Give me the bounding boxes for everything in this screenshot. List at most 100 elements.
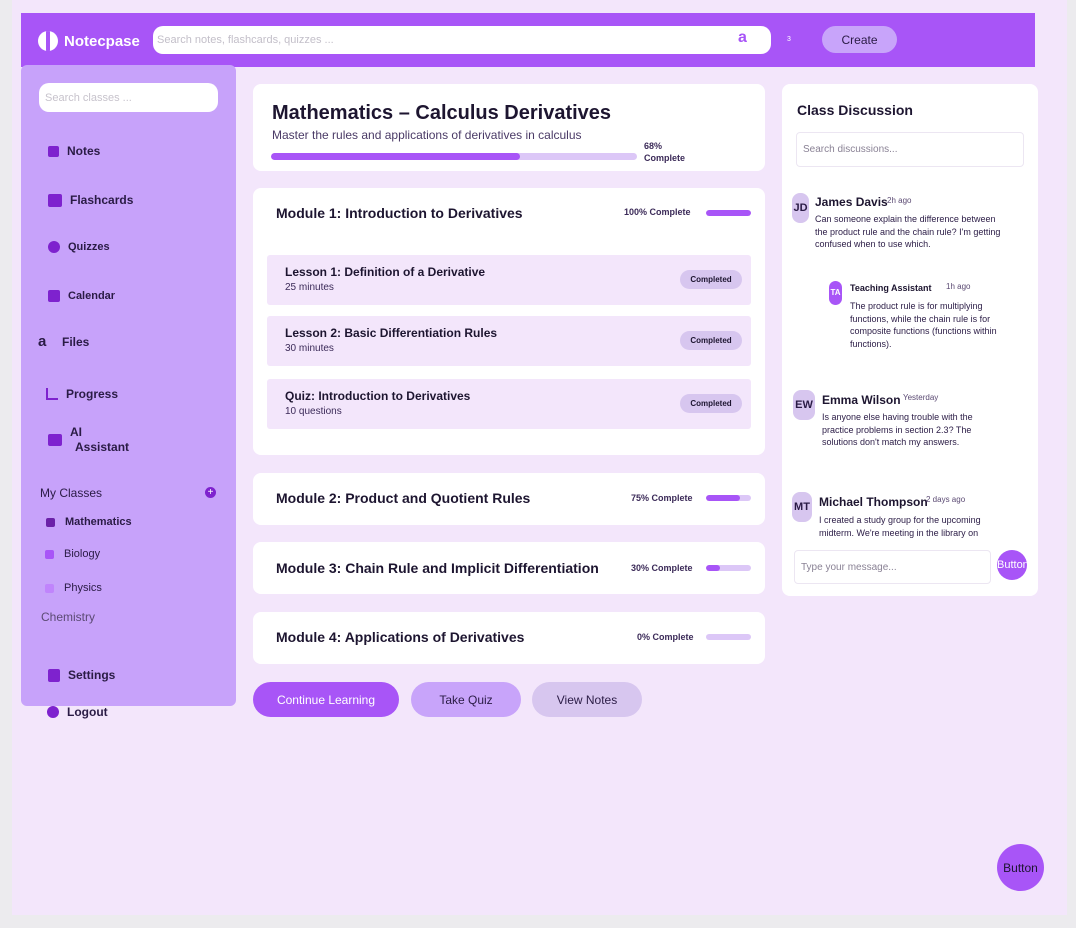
sidebar-item-label: Settings (68, 668, 116, 682)
post-author: Michael Thompson (819, 495, 928, 509)
sidebar-item-label: Quizzes (68, 241, 110, 253)
avatar: TA (829, 281, 842, 305)
post-text: Is anyone else having trouble with the p… (822, 412, 973, 447)
assistant-label: Assistant (75, 440, 130, 454)
robot-icon (48, 434, 62, 446)
class-item-physics[interactable]: Physics (45, 582, 102, 594)
sidebar-item-flashcards[interactable]: Flashcards (48, 193, 133, 207)
lesson-title: Quiz: Introduction to Derivatives (285, 389, 471, 403)
post-time: 2 days ago (926, 495, 966, 504)
post-author: James Davis (815, 195, 888, 209)
lesson-row[interactable]: Lesson 1: Definition of a Derivative 25 … (267, 255, 751, 305)
note-icon (48, 145, 59, 157)
lesson-title: Lesson 1: Definition of a Derivative (285, 265, 486, 279)
calendar-icon (48, 290, 60, 302)
my-classes-heading: My Classes (40, 486, 103, 500)
module-progress-label: 100% Complete (624, 207, 691, 217)
module-card-3[interactable]: Module 3: Chain Rule and Implicit Differ… (253, 542, 765, 594)
module-title: Module 3: Chain Rule and Implicit Differ… (276, 560, 599, 576)
floating-action-button[interactable]: Button (997, 844, 1044, 891)
logout-button[interactable]: Logout (47, 705, 108, 719)
lesson-row[interactable]: Lesson 2: Basic Differentiation Rules 30… (267, 316, 751, 366)
post-time: 2h ago (887, 196, 912, 205)
module-card-4[interactable]: Module 4: Applications of Derivatives 0%… (253, 612, 765, 664)
flashcards-icon (48, 193, 62, 207)
module-progress-label: 30% Complete (631, 563, 693, 573)
discussion-title: Class Discussion (797, 102, 913, 118)
gear-icon (48, 668, 60, 682)
sidebar: Notes Flashcards Quizzes Calendar a File… (21, 65, 236, 706)
module-card-1[interactable]: Module 1: Introduction to Derivatives 10… (253, 188, 765, 455)
post-text: The product rule is for multiplying func… (850, 301, 997, 349)
course-progress-fill (271, 153, 520, 160)
continue-learning-button[interactable]: Continue Learning (253, 682, 399, 717)
sidebar-item-ai-assistant[interactable]: AI Assistant (48, 425, 129, 455)
global-search-input[interactable] (153, 26, 771, 54)
avatar: EW (793, 390, 815, 420)
add-class-icon[interactable]: + (205, 487, 216, 498)
sidebar-item-calendar[interactable]: Calendar (48, 290, 115, 302)
sidebar-item-quizzes[interactable]: Quizzes (48, 241, 110, 253)
lesson-meta: 10 questions (285, 406, 342, 417)
course-progress-label: 68% Complete (644, 141, 686, 163)
class-item-label: Physics (64, 582, 102, 594)
module-title: Module 2: Product and Quotient Rules (276, 490, 531, 506)
sidebar-item-label: Notes (67, 144, 101, 158)
module-progress-fill (706, 565, 720, 571)
class-item-mathematics[interactable]: Mathematics (46, 516, 132, 528)
post-author: Emma Wilson (822, 393, 901, 407)
logo[interactable]: Notecpase (38, 31, 140, 51)
logo-icon (38, 31, 58, 51)
sidebar-item-label: Progress (66, 387, 119, 401)
lesson-row[interactable]: Quiz: Introduction to Derivatives 10 que… (267, 379, 751, 429)
course-progress-bar (271, 153, 637, 160)
send-button[interactable]: Button (997, 550, 1027, 580)
logout-label: Logout (67, 705, 108, 719)
sidebar-item-files[interactable]: a Files (38, 333, 89, 350)
class-item-label: Mathematics (65, 516, 132, 528)
lesson-meta: 25 minutes (285, 282, 334, 293)
module-progress-label: 0% Complete (637, 632, 694, 642)
take-quiz-button[interactable]: Take Quiz (411, 682, 521, 717)
post-text: Can someone explain the difference betwe… (815, 214, 1001, 249)
course-header-card: Mathematics – Calculus Derivatives Maste… (253, 84, 765, 171)
view-notes-button[interactable]: View Notes (532, 682, 642, 717)
module-progress-label: 75% Complete (631, 493, 693, 503)
sidebar-item-settings[interactable]: Settings (48, 668, 115, 682)
module-progress-bar (706, 210, 751, 216)
ai-label: AI (70, 425, 82, 439)
search-icon[interactable]: a (738, 29, 747, 47)
module-card-2[interactable]: Module 2: Product and Quotient Rules 75%… (253, 473, 765, 525)
lesson-meta: 30 minutes (285, 343, 334, 354)
module-progress-fill (706, 210, 751, 216)
message-input[interactable] (794, 550, 991, 584)
avatar: JD (792, 193, 809, 223)
sidebar-item-label: Files (62, 334, 90, 349)
module-title: Module 4: Applications of Derivatives (276, 629, 525, 645)
post-time: 1h ago (946, 282, 971, 291)
class-item-chemistry[interactable]: Chemistry (41, 610, 95, 624)
discussion-search-input[interactable] (796, 132, 1024, 167)
post-time: Yesterday (903, 393, 939, 402)
module-progress-fill (706, 495, 740, 501)
course-subtitle: Master the rules and applications of der… (272, 128, 582, 142)
question-icon (48, 241, 60, 253)
files-icon: a (38, 333, 47, 350)
module-progress-bar (706, 565, 751, 571)
create-button[interactable]: Create (822, 26, 897, 53)
sidebar-item-notes[interactable]: Notes (48, 144, 100, 158)
class-color-swatch (45, 549, 54, 559)
class-color-swatch (46, 517, 55, 527)
course-title: Mathematics – Calculus Derivatives (272, 102, 612, 124)
notification-count[interactable]: 3 (787, 36, 791, 43)
class-item-biology[interactable]: Biology (45, 548, 100, 560)
sidebar-item-label: Flashcards (70, 193, 134, 207)
avatar: MT (792, 492, 812, 522)
status-badge: Completed (680, 331, 742, 350)
sidebar-item-label: AI Assistant (70, 425, 129, 455)
class-search-input[interactable] (39, 83, 218, 112)
sidebar-item-label: Calendar (68, 290, 116, 302)
sidebar-item-progress[interactable]: Progress (46, 387, 118, 401)
status-badge: Completed (680, 270, 742, 289)
class-color-swatch (45, 583, 54, 593)
